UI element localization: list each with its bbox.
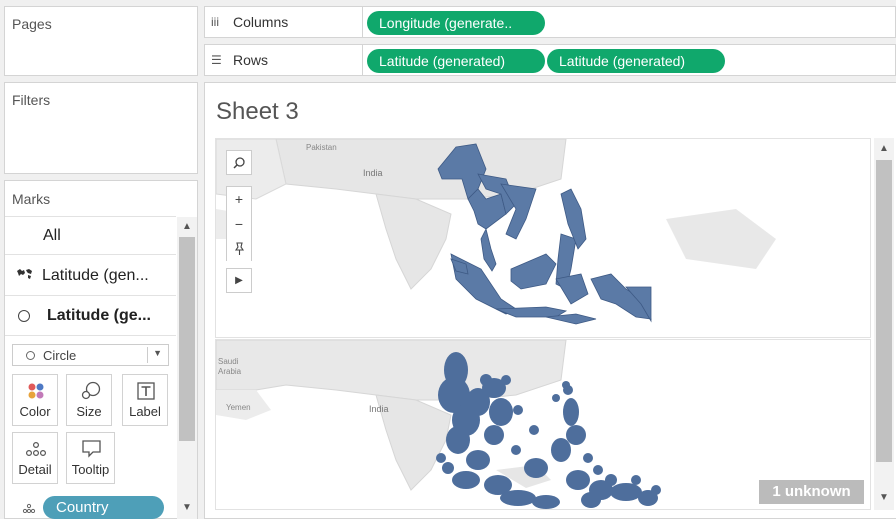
zoom-out-button[interactable]: − [226, 211, 252, 236]
filters-title: Filters [12, 92, 51, 108]
unknown-badge-label: 1 unknown [772, 483, 851, 500]
marks-layer-map[interactable]: Latitude (gen... [5, 256, 176, 296]
latitude-pill-2-label: Latitude (generated) [559, 53, 686, 69]
map-label-yemen: Yemen [226, 403, 251, 412]
marks-all-row[interactable]: All [5, 217, 176, 255]
pin-icon [234, 241, 245, 255]
view-scroll-thumb[interactable] [876, 160, 892, 462]
map-pane-top[interactable]: Pakistan India [215, 138, 871, 338]
dropdown-divider [147, 347, 148, 363]
pages-card[interactable]: Pages [4, 6, 198, 76]
pin-button[interactable] [226, 236, 252, 261]
minus-icon: − [234, 215, 244, 232]
unknown-badge[interactable]: 1 unknown [759, 480, 864, 504]
tooltip-button[interactable]: Tooltip [66, 432, 115, 484]
label-label: Label [129, 404, 161, 419]
size-icon [81, 381, 101, 400]
rows-icon: ☰ [211, 53, 222, 67]
expand-toolbar-button[interactable]: ▶ [226, 268, 252, 293]
latitude-pill-1[interactable]: Latitude (generated) [367, 49, 545, 73]
filled-map-top: Pakistan India [216, 139, 776, 325]
circle-icon [18, 309, 30, 322]
pages-title: Pages [12, 16, 52, 32]
play-icon: ▶ [235, 275, 243, 286]
latitude-pill-2[interactable]: Latitude (generated) [547, 49, 725, 73]
map-label-arabia: Arabia [218, 367, 242, 376]
search-icon [233, 156, 245, 169]
longitude-pill-label: Longitude (generate.. [379, 15, 513, 31]
latitude-pill-1-label: Latitude (generated) [379, 53, 506, 69]
map-label-india-top: India [363, 168, 383, 178]
view-scroll-down-icon[interactable]: ▼ [876, 490, 892, 506]
mark-type-value: Circle [43, 348, 77, 363]
circle-type-icon [26, 351, 35, 360]
size-button[interactable]: Size [66, 374, 112, 426]
label-button[interactable]: Label [122, 374, 168, 426]
marks-layer1-label: Latitude (gen... [42, 266, 149, 284]
rows-shelf[interactable]: ☰ Rows Latitude (generated) Latitude (ge… [204, 44, 896, 76]
map-label-pakistan: Pakistan [306, 143, 337, 152]
map-search-button[interactable] [226, 150, 252, 175]
color-label: Color [19, 404, 51, 419]
plus-icon: + [234, 191, 244, 207]
marks-all-label: All [43, 226, 61, 244]
columns-icon: iii [211, 15, 219, 29]
country-detail-label: Country [56, 499, 109, 516]
zoom-in-button[interactable]: + [226, 186, 252, 211]
rows-label: Rows [233, 52, 269, 68]
marks-scroll-thumb[interactable] [179, 237, 195, 441]
sheet-title: Sheet 3 [216, 98, 299, 125]
map-label-india-bottom: India [369, 404, 389, 414]
color-button[interactable]: Color [12, 374, 58, 426]
detail-icon [26, 441, 47, 457]
columns-shelf-header: iii Columns [205, 7, 363, 37]
longitude-pill[interactable]: Longitude (generate.. [367, 11, 545, 35]
marks-layer2-label: Latitude (ge... [47, 306, 151, 324]
marks-layer-circle[interactable]: Latitude (ge... [5, 296, 176, 336]
detail-field-icon [22, 500, 36, 516]
color-icon [28, 383, 44, 399]
chevron-down-icon: ▼ [153, 348, 162, 358]
view-scroll-up-icon[interactable]: ▲ [876, 141, 892, 157]
tooltip-icon [82, 440, 101, 458]
marks-title: Marks [12, 191, 51, 207]
columns-shelf[interactable]: iii Columns Longitude (generate.. [204, 6, 896, 38]
marks-scroll-up-icon[interactable]: ▲ [179, 219, 195, 235]
marks-scroll-down-icon[interactable]: ▼ [179, 500, 195, 516]
tooltip-label: Tooltip [71, 462, 110, 477]
detail-label: Detail [18, 462, 52, 477]
filters-card[interactable]: Filters [4, 82, 198, 174]
map-icon [16, 267, 36, 285]
columns-label: Columns [233, 14, 289, 30]
map-label-saudi: Saudi [218, 357, 239, 366]
country-detail-pill[interactable]: Country [43, 496, 164, 519]
text-label-icon [137, 382, 155, 400]
rows-shelf-header: ☰ Rows [205, 45, 363, 75]
mark-type-dropdown[interactable]: Circle ▼ [12, 344, 169, 366]
detail-button[interactable]: Detail [12, 432, 58, 484]
size-label: Size [76, 404, 102, 419]
